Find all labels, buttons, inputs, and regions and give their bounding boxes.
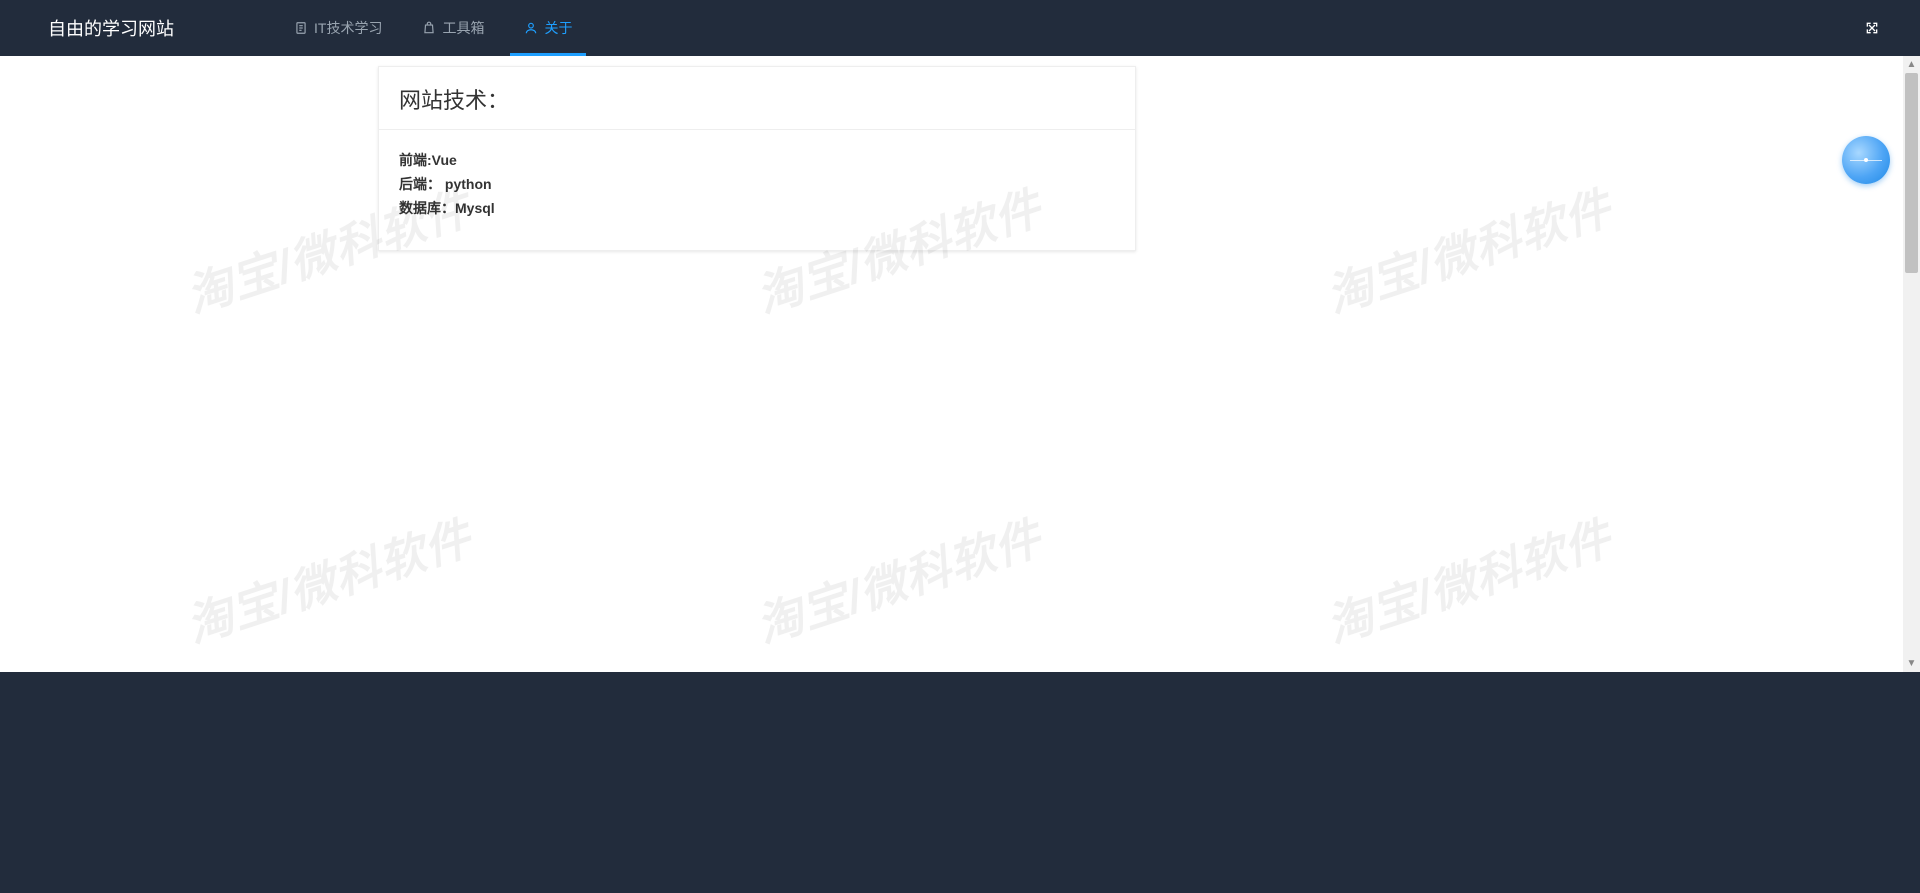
floating-compass-button[interactable] <box>1842 136 1890 184</box>
tech-row-frontend: 前端:Vue <box>399 148 1115 172</box>
scrollbar-track[interactable] <box>1903 73 1920 655</box>
scrollbar-thumb[interactable] <box>1905 73 1918 273</box>
header: 自由的学习网站 IT技术学习 工具箱 关于 <box>0 0 1920 56</box>
document-icon <box>294 21 308 35</box>
nav-label: 工具箱 <box>442 18 484 38</box>
card-header: 网站技术： <box>379 67 1135 130</box>
tech-card: 网站技术： 前端:Vue 后端： python 数据库：Mysql <box>378 66 1136 251</box>
header-right <box>1864 20 1880 36</box>
tech-row-backend: 后端： python <box>399 172 1115 196</box>
scroll-up-arrow-icon[interactable]: ▲ <box>1903 56 1920 73</box>
nav-item-it-tech[interactable]: IT技术学习 <box>274 0 402 56</box>
tech-row-database: 数据库：Mysql <box>399 196 1115 220</box>
nav-item-about[interactable]: 关于 <box>504 0 592 56</box>
main-content: 网站技术： 前端:Vue 后端： python 数据库：Mysql <box>0 56 1920 672</box>
nav: IT技术学习 工具箱 关于 <box>274 0 592 56</box>
card-title: 网站技术： <box>399 83 1115 115</box>
fullscreen-icon[interactable] <box>1864 20 1880 36</box>
user-icon <box>524 21 538 35</box>
footer <box>0 672 1920 893</box>
vertical-scrollbar[interactable]: ▲ ▼ <box>1903 56 1920 672</box>
card-body: 前端:Vue 后端： python 数据库：Mysql <box>379 130 1135 250</box>
nav-label: 关于 <box>544 18 572 38</box>
bag-icon <box>422 21 436 35</box>
scroll-down-arrow-icon[interactable]: ▼ <box>1903 655 1920 672</box>
nav-item-toolbox[interactable]: 工具箱 <box>402 0 504 56</box>
nav-label: IT技术学习 <box>314 18 382 38</box>
site-title: 自由的学习网站 <box>48 15 174 41</box>
